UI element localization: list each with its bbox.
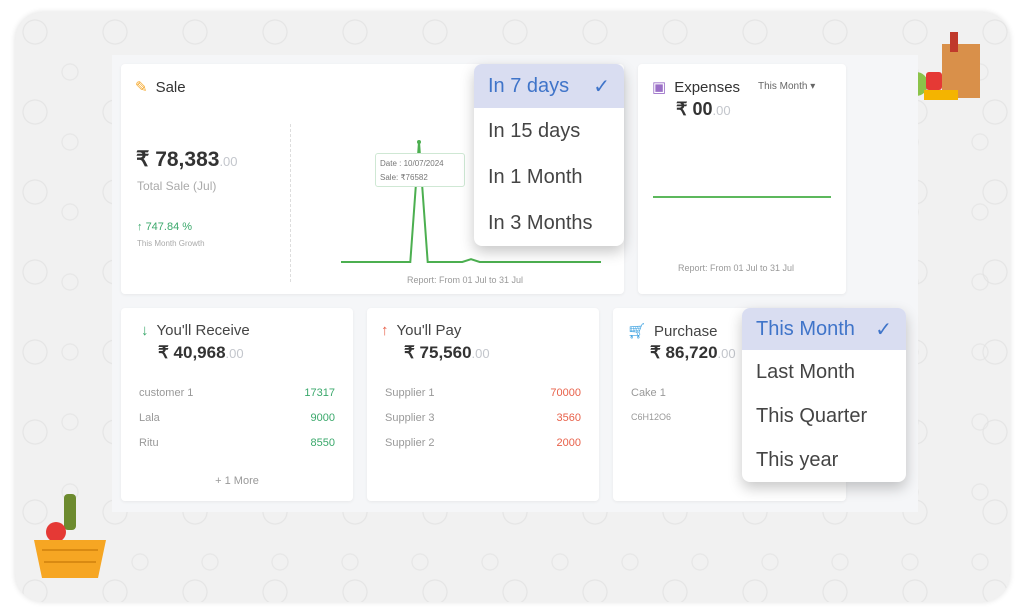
option-label: In 1 Month: [488, 165, 583, 188]
cart-icon: 🛒︎: [627, 323, 647, 340]
sale-data-point[interactable]: [417, 140, 421, 144]
sale-title: Sale: [155, 78, 186, 96]
tooltip-sale: Sale: ₹76582: [380, 173, 428, 182]
option-label: Last Month: [756, 360, 855, 383]
row-name: Cake 1: [631, 387, 666, 399]
expenses-decimals: .00: [712, 103, 731, 118]
caret-down-icon: ▾: [810, 81, 816, 92]
list-item[interactable]: Supplier 2 2000: [385, 437, 581, 449]
purchase-amount: ₹ 86,720: [650, 343, 718, 362]
option-label: This year: [756, 448, 839, 471]
arrow-up-icon: ↑: [137, 221, 143, 233]
row-name: Supplier 1: [385, 387, 435, 399]
option-label: This Month: [756, 317, 855, 340]
option-15-days[interactable]: In 15 days: [474, 108, 624, 154]
row-name: Ritu: [139, 437, 159, 449]
more-link[interactable]: + 1 More: [121, 475, 353, 487]
option-this-month[interactable]: This Month ✓: [742, 308, 906, 350]
receive-amount: ₹ 40,968: [158, 343, 226, 362]
row-value: 8550: [310, 437, 335, 449]
purchase-decimals: .00: [717, 346, 736, 361]
row-name: Supplier 2: [385, 437, 435, 449]
option-label: This Quarter: [756, 404, 868, 427]
expenses-period-select[interactable]: This Month ▾: [758, 81, 815, 92]
chart-tooltip: Date : 10/07/2024 Sale: ₹76582: [375, 153, 465, 187]
sale-report: Report: From 01 Jul to 31 Jul: [407, 275, 524, 285]
receive-card: ↓ You'll Receive ₹ 40,968.00 customer 1 17…: [121, 308, 353, 501]
row-value: 9000: [310, 412, 335, 424]
row-name: C6H12O6: [631, 412, 672, 422]
option-7-days[interactable]: In 7 days ✓: [474, 64, 624, 108]
row-value: 2000: [556, 437, 581, 449]
expenses-title: Expenses: [674, 78, 741, 96]
expenses-chart-line: [653, 196, 831, 198]
basket-illustration: [34, 494, 106, 578]
sale-growth: 747.84 %: [145, 221, 193, 233]
sale-icon: ✎: [135, 79, 148, 96]
row-name: Lala: [139, 412, 160, 424]
list-item[interactable]: Supplier 1 70000: [385, 387, 581, 399]
row-name: Supplier 3: [385, 412, 435, 424]
list-item[interactable]: Supplier 3 3560: [385, 412, 581, 424]
row-value: 17317: [304, 387, 335, 399]
wallet-icon: ▣: [652, 79, 667, 96]
option-last-month[interactable]: Last Month: [742, 350, 906, 394]
row-value: 3560: [556, 412, 581, 424]
list-item[interactable]: Lala 9000: [139, 412, 335, 424]
purchase-period-dropdown: This Month ✓ Last Month This Quarter This…: [742, 308, 906, 482]
tooltip-date: Date : 10/07/2024: [380, 159, 444, 168]
receive-decimals: .00: [225, 346, 244, 361]
option-label: In 3 Months: [488, 211, 593, 234]
list-item[interactable]: Ritu 8550: [139, 437, 335, 449]
sale-subtitle: Total Sale (Jul): [137, 179, 217, 193]
option-this-year[interactable]: This year: [742, 438, 906, 482]
row-value: 70000: [550, 387, 581, 399]
growth-label: This Month Growth: [137, 239, 205, 248]
arrow-down-icon: ↓: [141, 322, 149, 339]
list-item[interactable]: customer 1 17317: [139, 387, 335, 399]
check-icon: ✓: [875, 318, 892, 341]
row-name: customer 1: [139, 387, 194, 399]
period-label: This Month: [758, 81, 808, 92]
sale-amount: ₹ 78,383: [136, 148, 220, 171]
sale-decimals: .00: [219, 154, 238, 169]
arrow-up-icon: ↑: [381, 322, 389, 339]
option-3-months[interactable]: In 3 Months: [474, 200, 624, 246]
option-1-month[interactable]: In 1 Month: [474, 154, 624, 200]
purchase-title: Purchase: [654, 322, 718, 340]
check-icon: ✓: [593, 75, 610, 98]
option-label: In 15 days: [488, 119, 581, 142]
expenses-amount: ₹ 00: [676, 99, 713, 119]
sale-period-dropdown: In 7 days ✓ In 15 days In 1 Month In 3 Mo…: [474, 64, 624, 246]
pay-card: ↑ You'll Pay ₹ 75,560.00 Supplier 1 70000 …: [367, 308, 599, 501]
pay-decimals: .00: [471, 346, 490, 361]
pay-amount: ₹ 75,560: [404, 343, 472, 362]
option-label: In 7 days: [488, 74, 570, 97]
expenses-card: ▣ Expenses This Month ▾ ₹ 00.00 Report: F…: [638, 64, 846, 294]
divider: [290, 124, 291, 282]
option-this-quarter[interactable]: This Quarter: [742, 394, 906, 438]
expenses-report: Report: From 01 Jul to 31 Jul: [678, 263, 795, 273]
receive-title: You'll Receive: [156, 322, 250, 339]
pay-title: You'll Pay: [396, 322, 462, 339]
